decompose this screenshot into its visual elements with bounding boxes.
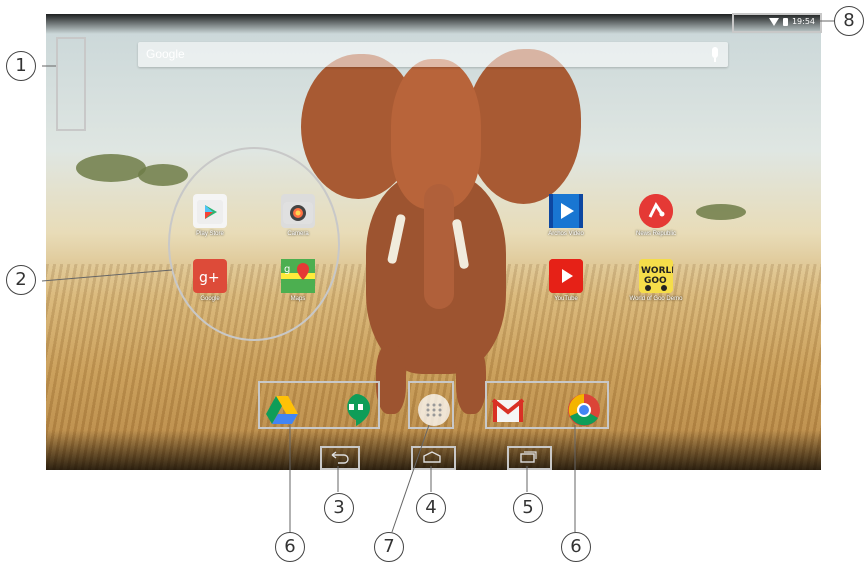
callout-leader-lines <box>41 20 834 533</box>
callout-7: 7 <box>374 532 404 562</box>
callout-6-right: 6 <box>561 532 591 562</box>
callout-3: 3 <box>324 493 354 523</box>
callout-1: 1 <box>6 51 36 81</box>
callout-6-left: 6 <box>275 532 305 562</box>
callout-8: 8 <box>834 6 864 36</box>
callout-2: 2 <box>6 265 36 295</box>
callout-5: 5 <box>513 493 543 523</box>
callout-4: 4 <box>416 493 446 523</box>
